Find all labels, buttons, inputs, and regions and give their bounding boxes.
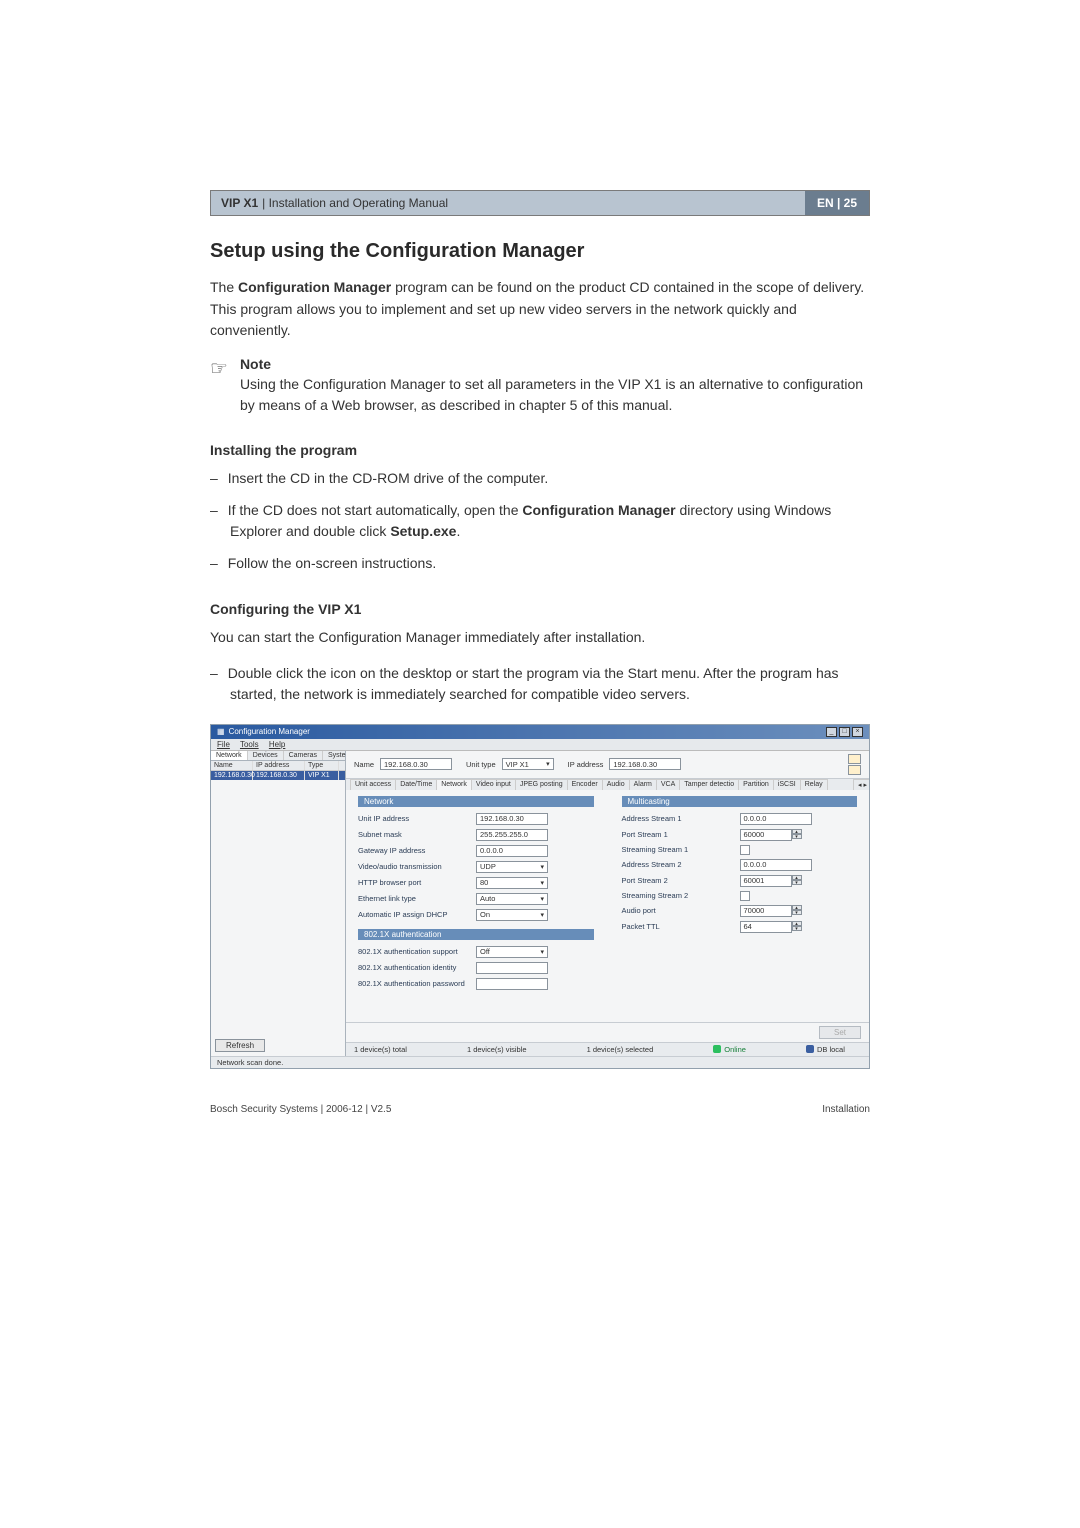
refresh-button[interactable]: Refresh xyxy=(215,1039,265,1052)
mc-addr1-input[interactable]: 0.0.0.0 xyxy=(740,813,812,825)
note-block: ☞ Note Using the Configuration Manager t… xyxy=(210,356,870,416)
section-heading: Setup using the Configuration Manager xyxy=(210,240,870,263)
list-item: Double click the icon on the desktop or … xyxy=(210,663,870,706)
note-title: Note xyxy=(240,356,870,372)
mc-audio-input[interactable]: 70000 xyxy=(740,905,792,917)
info-icon[interactable] xyxy=(848,754,861,764)
list-item: Insert the CD in the CD-ROM drive of the… xyxy=(210,468,870,490)
auth-support-select[interactable]: Off xyxy=(476,946,548,958)
tab-cameras[interactable]: Cameras xyxy=(284,751,323,760)
window-titlebar[interactable]: ▦ Configuration Manager _ □ × xyxy=(211,725,869,739)
tab-devices[interactable]: Devices xyxy=(248,751,284,760)
ip-input[interactable]: 192.168.0.30 xyxy=(609,758,681,770)
right-panel: Name192.168.0.30 Unit typeVIP X1 IP addr… xyxy=(346,751,869,1056)
list-item: Follow the on-screen instructions. xyxy=(210,553,870,575)
footer-left: Bosch Security Systems | 2006-12 | V2.5 xyxy=(210,1104,391,1115)
name-input[interactable]: 192.168.0.30 xyxy=(380,758,452,770)
cm-screenshot: ▦ Configuration Manager _ □ × File Tools… xyxy=(210,724,870,1069)
gateway-input[interactable]: 0.0.0.0 xyxy=(476,845,548,857)
left-tabs[interactable]: Network Devices Cameras System xyxy=(211,751,345,761)
left-panel: Network Devices Cameras System Name IP a… xyxy=(211,751,346,1056)
globe-icon[interactable] xyxy=(848,765,861,775)
tab-scroll-icon[interactable]: ◂ ▸ xyxy=(853,779,869,790)
mc-stream2-checkbox[interactable] xyxy=(740,891,750,901)
mc-stream1-checkbox[interactable] xyxy=(740,845,750,855)
right-tabs[interactable]: Unit access Date/Time Network Video inpu… xyxy=(346,779,869,790)
note-icon: ☞ xyxy=(210,356,228,381)
minimize-button[interactable]: _ xyxy=(826,727,837,737)
link-select[interactable]: Auto xyxy=(476,893,548,905)
maximize-button[interactable]: □ xyxy=(839,727,850,737)
sc-status-left: Network scan done. xyxy=(211,1056,869,1068)
multicast-section: Multicasting xyxy=(622,796,858,807)
tab-network[interactable]: Network xyxy=(211,751,248,760)
config-intro: You can start the Configuration Manager … xyxy=(210,627,870,649)
config-heading: Configuring the VIP X1 xyxy=(210,601,870,617)
install-heading: Installing the program xyxy=(210,442,870,458)
config-list: Double click the icon on the desktop or … xyxy=(210,663,870,706)
menu-help[interactable]: Help xyxy=(269,740,285,749)
online-status: Online xyxy=(713,1045,746,1054)
unit-ip-input[interactable]: 192.168.0.30 xyxy=(476,813,548,825)
manual-title: | Installation and Operating Manual xyxy=(262,196,448,210)
sc-status-footer: 1 device(s) total 1 device(s) visible 1 … xyxy=(346,1042,869,1056)
page-footer: Bosch Security Systems | 2006-12 | V2.5 … xyxy=(210,1103,870,1115)
mc-addr2-input[interactable]: 0.0.0.0 xyxy=(740,859,812,871)
network-section: Network xyxy=(358,796,594,807)
app-icon: ▦ xyxy=(217,727,225,736)
auth-password-input[interactable] xyxy=(476,978,548,990)
auth-identity-input[interactable] xyxy=(476,962,548,974)
menu-tools[interactable]: Tools xyxy=(240,740,259,749)
trans-select[interactable]: UDP xyxy=(476,861,548,873)
install-list: Insert the CD in the CD-ROM drive of the… xyxy=(210,468,870,575)
menu-bar[interactable]: File Tools Help xyxy=(211,739,869,751)
intro-text: The Configuration Manager program can be… xyxy=(210,277,870,342)
set-button[interactable]: Set xyxy=(819,1026,861,1039)
footer-right: Installation xyxy=(822,1104,870,1115)
auth-section: 802.1X authentication xyxy=(358,929,594,940)
product-name: VIP X1 xyxy=(221,196,258,210)
list-item: If the CD does not start automatically, … xyxy=(210,500,870,543)
dhcp-select[interactable]: On xyxy=(476,909,548,921)
mc-port1-input[interactable]: 60000 xyxy=(740,829,792,841)
window-title: Configuration Manager xyxy=(229,727,310,736)
port-select[interactable]: 80 xyxy=(476,877,548,889)
page-header: VIP X1 | Installation and Operating Manu… xyxy=(210,190,870,216)
device-row[interactable]: 192.168.0.30 192.168.0.30 VIP X1 xyxy=(211,771,345,780)
menu-file[interactable]: File xyxy=(217,740,230,749)
note-text: Using the Configuration Manager to set a… xyxy=(240,374,870,416)
db-status: DB local xyxy=(806,1045,845,1054)
unit-type-select[interactable]: VIP X1 xyxy=(502,758,554,770)
mc-ttl-input[interactable]: 64 xyxy=(740,921,792,933)
subnet-input[interactable]: 255.255.255.0 xyxy=(476,829,548,841)
page-number: EN | 25 xyxy=(805,191,869,215)
tree-header: Name IP address Type xyxy=(211,761,345,771)
header-left: VIP X1 | Installation and Operating Manu… xyxy=(211,191,805,215)
close-button[interactable]: × xyxy=(852,727,863,737)
mc-port2-input[interactable]: 60001 xyxy=(740,875,792,887)
